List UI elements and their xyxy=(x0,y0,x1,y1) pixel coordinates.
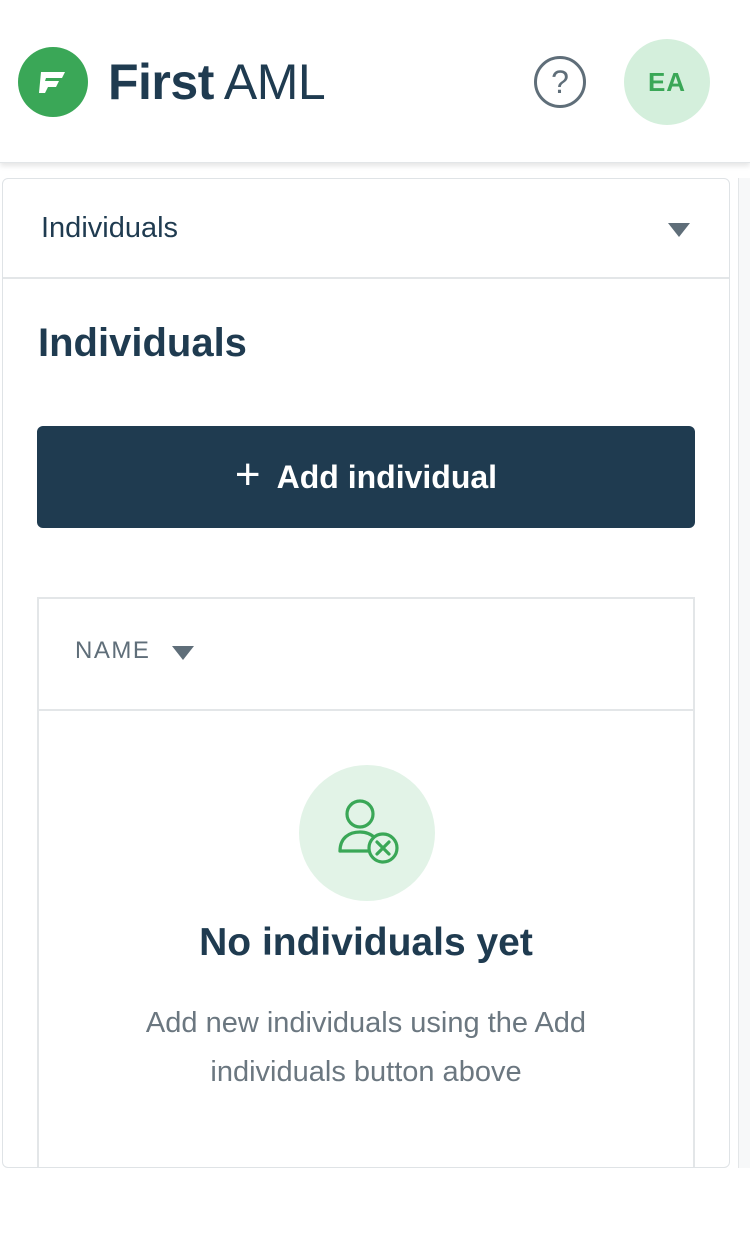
brand-name-light: AML xyxy=(223,54,326,110)
individuals-table: NAME No individuals yet Add new individu… xyxy=(37,597,695,1167)
app-header: First AML ? EA xyxy=(0,0,750,163)
page-title: Individuals xyxy=(38,321,247,365)
table-header: NAME xyxy=(39,599,693,711)
empty-state-title: No individuals yet xyxy=(199,921,533,964)
sort-caret-down-icon xyxy=(172,646,195,660)
brand-logo[interactable]: First AML xyxy=(18,47,326,117)
empty-state-description: Add new individuals using the Add indivi… xyxy=(145,1007,587,1088)
caret-down-icon xyxy=(668,223,690,237)
add-individual-button[interactable]: + Add individual xyxy=(37,426,695,528)
page: First AML ? EA Individuals Individuals + … xyxy=(0,0,750,1240)
user-avatar[interactable]: EA xyxy=(624,39,710,125)
scrollbar-gutter xyxy=(738,178,750,1168)
user-remove-icon xyxy=(299,765,435,901)
avatar-initials: EA xyxy=(647,66,687,97)
help-circle-icon: ? xyxy=(551,63,569,100)
column-header-name[interactable]: NAME xyxy=(75,637,195,665)
section-dropdown[interactable]: Individuals xyxy=(3,179,729,279)
help-button[interactable]: ? xyxy=(534,56,586,108)
first-aml-logo-icon xyxy=(18,47,88,117)
brand-name: First AML xyxy=(108,54,326,110)
section-dropdown-value: Individuals xyxy=(41,211,179,244)
column-header-name-label: NAME xyxy=(75,637,151,664)
main-content: Individuals Individuals + Add individual… xyxy=(2,178,730,1168)
add-individual-label: Add individual xyxy=(276,458,498,495)
brand-name-bold: First xyxy=(108,54,214,110)
plus-icon: + xyxy=(234,450,261,499)
